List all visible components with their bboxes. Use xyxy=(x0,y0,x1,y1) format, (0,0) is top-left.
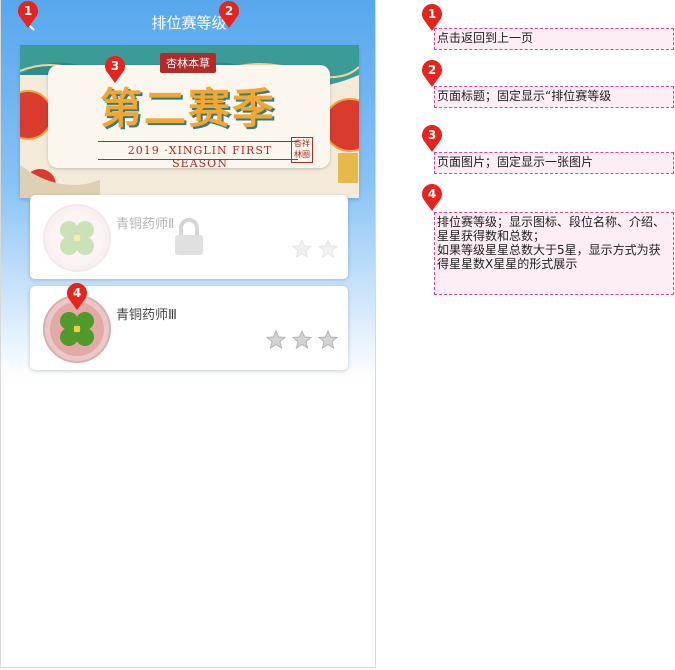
star-icon xyxy=(318,239,338,259)
star-rating xyxy=(291,239,338,259)
rank-card[interactable]: 青铜药师Ⅱ xyxy=(30,195,348,279)
annotation-note: 点击返回到上一页 xyxy=(434,28,674,50)
marker-number: 4 xyxy=(72,286,82,300)
lock-icon xyxy=(175,218,203,255)
season-title: 第二赛季 xyxy=(100,84,277,133)
rank-name: 青铜药师Ⅱ xyxy=(116,217,175,232)
marker-number: 3 xyxy=(427,128,437,142)
annotation-note: 页面图片；固定显示一张图片 xyxy=(434,152,674,174)
star-icon xyxy=(265,330,286,350)
marker-number: 1 xyxy=(427,7,437,21)
season-banner-image: 杏林本草 第二赛季 2019 ·XINGLIN FIRST SEASON 杏祥 … xyxy=(20,45,359,198)
star-icon xyxy=(318,330,338,350)
star-rating xyxy=(265,330,338,350)
marker-number: 4 xyxy=(427,187,437,201)
annotation-marker: 4 xyxy=(421,184,443,212)
marker-number: 3 xyxy=(110,59,120,73)
annotation-note: 排位赛等级；显示图标、段位名称、介绍、星星获得数和总数； 如果等级星星总数大于5… xyxy=(434,212,674,295)
annotation-note: 页面标题；固定显示“排位赛等级 xyxy=(434,86,674,108)
brand-tag: 杏林本草 xyxy=(160,53,216,73)
season-subtitle: 2019 ·XINGLIN FIRST SEASON xyxy=(127,144,273,170)
divider-line xyxy=(98,159,298,160)
marker-number: 1 xyxy=(23,4,33,18)
divider-line xyxy=(98,141,298,142)
rank-name: 青铜药师Ⅲ xyxy=(116,308,177,323)
annotation-marker: 3 xyxy=(104,56,126,84)
top-bar: 排位赛等级 xyxy=(1,0,375,44)
annotation-marker: 1 xyxy=(17,1,39,29)
annotation-marker: 2 xyxy=(421,60,443,88)
star-icon xyxy=(291,330,312,350)
annotation-marker: 4 xyxy=(66,283,88,311)
page-title: 排位赛等级 xyxy=(151,14,227,32)
star-icon xyxy=(291,239,312,259)
phone-screen: 排位赛等级 杏林本草 第二赛季 2019 ·XINGLIN FIRST SEAS… xyxy=(0,0,376,668)
annotation-marker: 2 xyxy=(218,1,240,29)
annotation-marker: 3 xyxy=(421,125,443,153)
marker-number: 2 xyxy=(427,63,437,77)
marker-number: 2 xyxy=(224,4,234,18)
clover-badge-icon xyxy=(43,204,111,272)
seal-stamp: 杏祥 林圈 xyxy=(291,137,313,163)
